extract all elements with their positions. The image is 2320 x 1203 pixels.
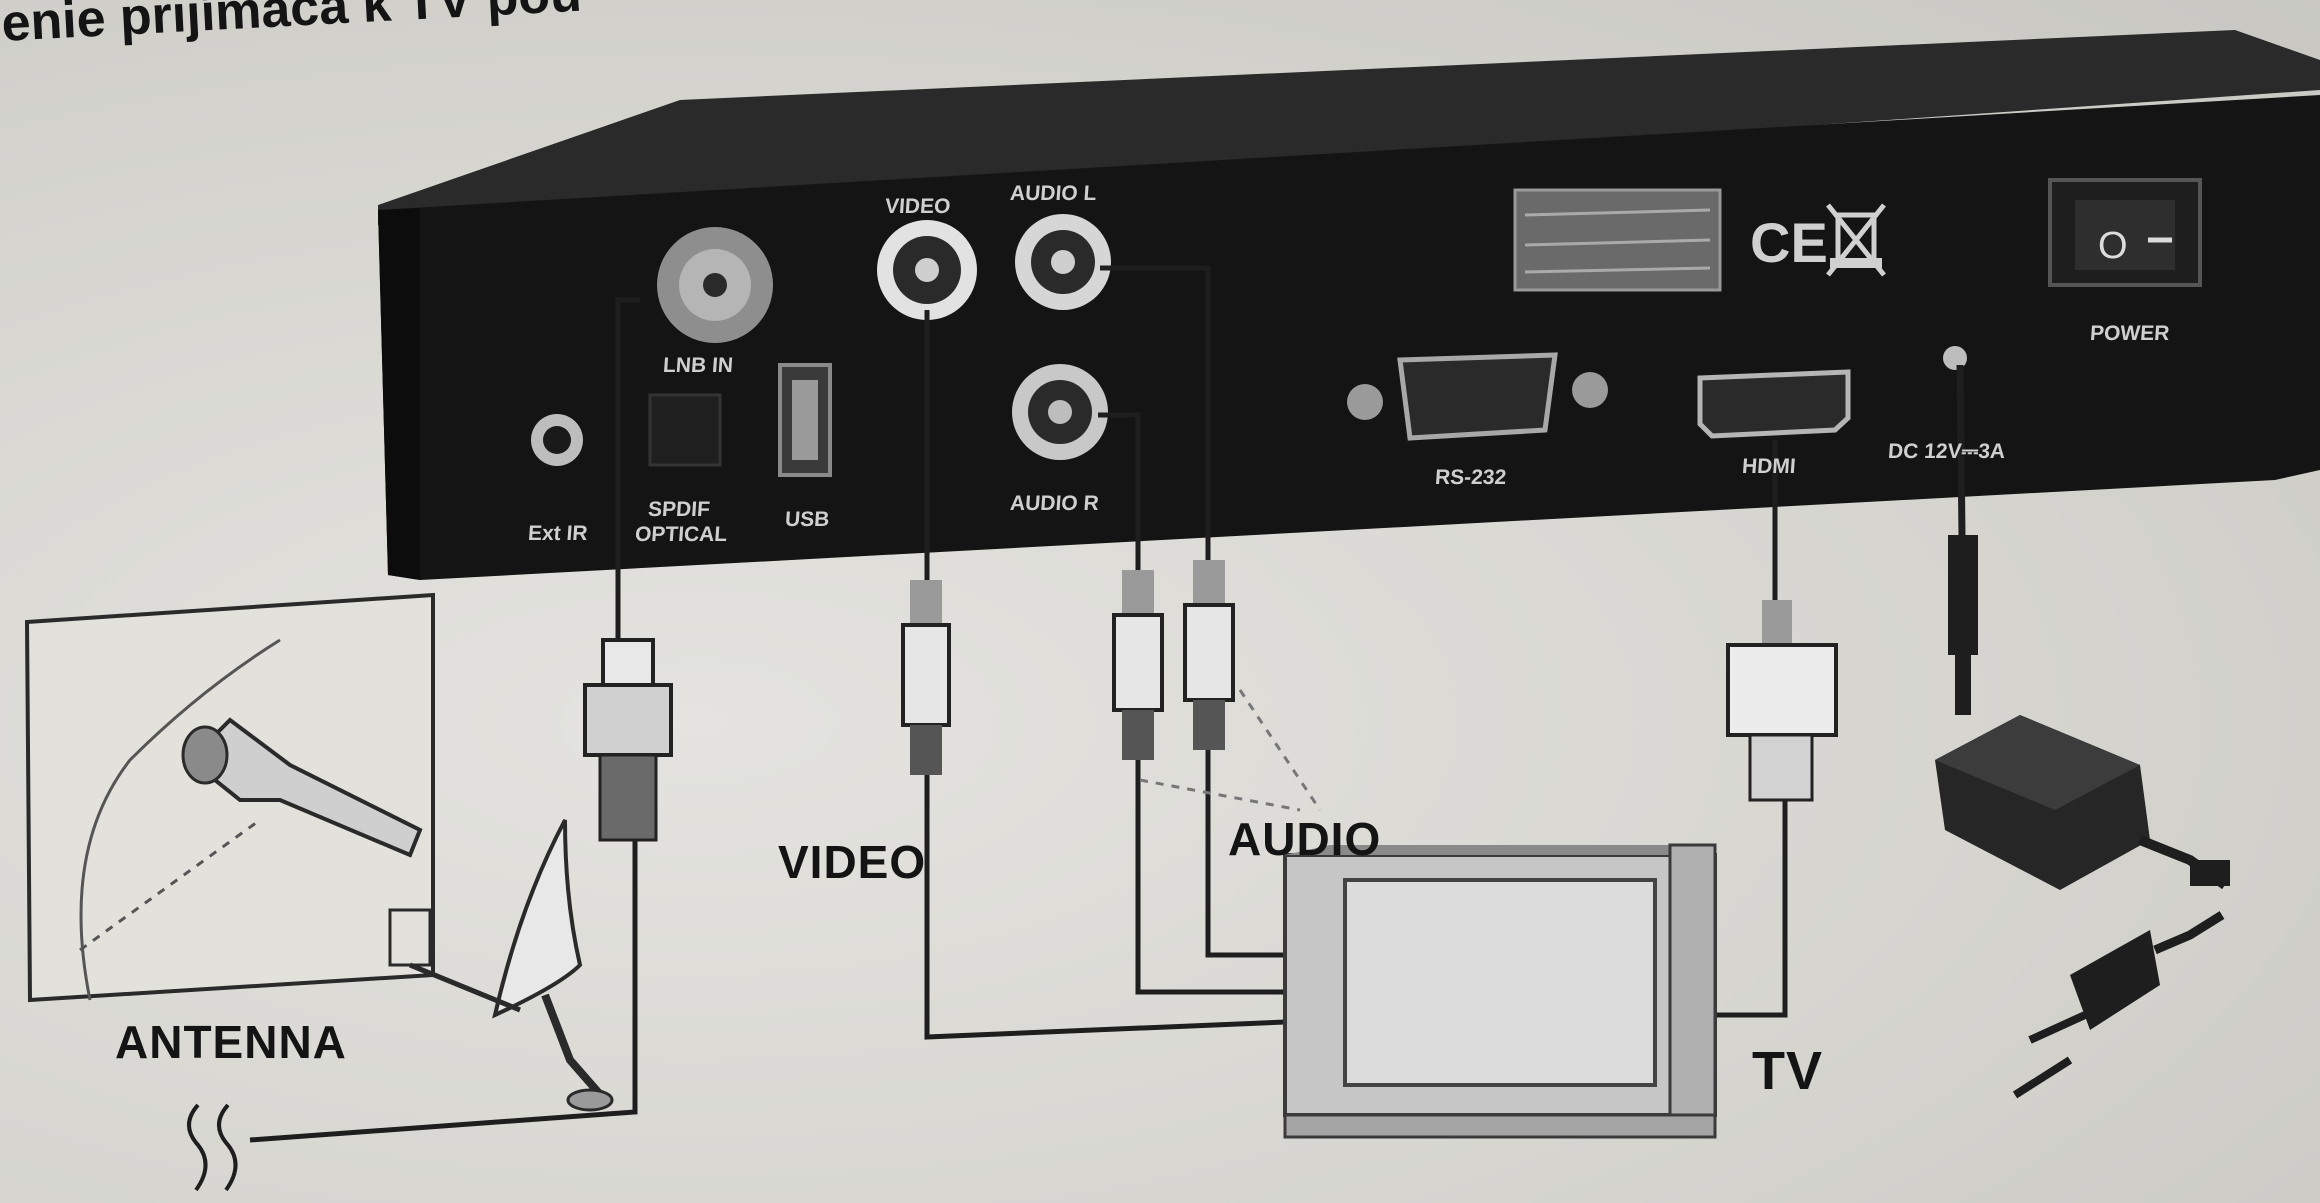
product-label-sticker bbox=[1513, 188, 1722, 292]
usb-port bbox=[778, 363, 832, 477]
weee-bin-icon bbox=[1826, 203, 1886, 277]
f-connector-plug bbox=[583, 638, 673, 842]
lnb-in-port bbox=[657, 227, 773, 343]
video-port-label: VIDEO bbox=[884, 195, 952, 218]
power-adapter-icon bbox=[1935, 715, 2230, 890]
satellite-dish-icon bbox=[409, 819, 614, 1112]
antenna-wall-panel bbox=[24, 592, 435, 1003]
ext-ir-label: Ext IR bbox=[527, 522, 589, 545]
svg-text:CE: CE bbox=[1750, 211, 1828, 274]
connection-diagram: CE O bbox=[24, 30, 2320, 1192]
audio-l-label: AUDIO L bbox=[1009, 182, 1098, 205]
spdif-label: SPDIF bbox=[647, 498, 711, 521]
hdmi-port bbox=[1697, 369, 1851, 439]
ground-wave-icon bbox=[187, 1103, 238, 1192]
power-label: POWER bbox=[2089, 322, 2171, 345]
video-rca-port bbox=[877, 220, 977, 320]
tv-caption: TV bbox=[1752, 1041, 1824, 1101]
audio-caption: AUDIO bbox=[1228, 813, 1382, 865]
power-plug-icon bbox=[2012, 911, 2225, 1099]
video-rca-plug bbox=[901, 580, 951, 775]
dc-plug bbox=[1948, 535, 1978, 715]
dc-input-label: DC 12V⎓3A bbox=[1887, 440, 2006, 463]
lnb-in-label: LNB IN bbox=[662, 354, 734, 377]
ext-ir-port bbox=[531, 414, 583, 466]
video-cable-bottom bbox=[924, 770, 1286, 1040]
audio-l-rca-port bbox=[1015, 214, 1111, 310]
hdmi-cable-bottom bbox=[1715, 800, 1788, 1018]
optical-port bbox=[648, 393, 722, 467]
power-switch-icon: O bbox=[2048, 178, 2202, 287]
usb-label: USB bbox=[784, 508, 831, 531]
video-caption: VIDEO bbox=[778, 836, 927, 888]
svg-text:O: O bbox=[2098, 225, 2128, 267]
audio-l-rca-plug bbox=[1183, 560, 1235, 750]
optical-label: OPTICAL bbox=[634, 523, 729, 546]
antenna-caption: ANTENNA bbox=[115, 1016, 347, 1068]
tv-set bbox=[1283, 843, 1717, 1139]
ce-mark-icon: CE bbox=[1750, 211, 1828, 274]
rs232-label: RS-232 bbox=[1434, 466, 1508, 489]
hdmi-plug bbox=[1726, 600, 1838, 802]
audio-r-rca-plug bbox=[1112, 570, 1164, 760]
audio-r-rca-port bbox=[1012, 364, 1108, 460]
audio-r-label: AUDIO R bbox=[1009, 492, 1100, 515]
hdmi-label: HDMI bbox=[1741, 455, 1797, 478]
